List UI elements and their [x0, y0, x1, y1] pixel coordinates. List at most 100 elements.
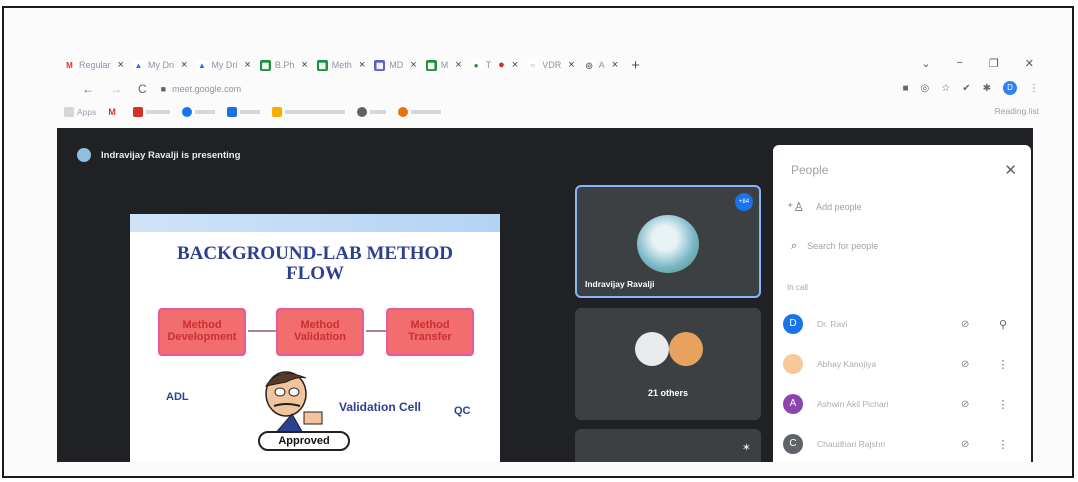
participant-name: Abhay Kanojiya [817, 359, 877, 369]
tab-search-icon[interactable]: ⌄ [921, 57, 930, 70]
browser-tab[interactable]: ▦ B.Ph × [259, 57, 308, 73]
close-window-icon[interactable]: ✕ [1025, 57, 1034, 70]
reading-list[interactable]: Reading list [995, 106, 1039, 116]
browser-tab-active[interactable]: ● T ● × [470, 57, 518, 73]
participant-avatar [783, 354, 803, 374]
bookmark-item[interactable] [227, 107, 261, 117]
participant-row[interactable]: C Chaudhari Rajshri ⊘ ⋮ [783, 429, 1023, 459]
pin-icon[interactable]: ⚲ [997, 318, 1009, 331]
participant-row[interactable]: Abhay Kanojiya ⊘ ⋮ [783, 349, 1023, 379]
minimize-icon[interactable]: − [956, 57, 962, 70]
presenting-banner: Indravijay Ravalji is presenting [77, 148, 240, 162]
mic-off-icon: ⊘ [961, 358, 970, 370]
tab-favicon: ▲ [132, 59, 144, 71]
tab-close-icon[interactable]: × [118, 59, 124, 71]
folder-icon [272, 107, 283, 117]
tab-favicon: ▦ [374, 59, 386, 71]
bookmark-item[interactable]: Apps [64, 107, 96, 117]
bookmark-label: Apps [77, 107, 97, 117]
browser-tab[interactable]: ▲ My Dri × [132, 57, 187, 73]
new-tab-button[interactable]: + [631, 57, 640, 74]
close-icon[interactable]: ✕ [1004, 161, 1017, 179]
participant-avatar: D [783, 314, 803, 334]
participant-tile-self[interactable]: ✶ [575, 429, 761, 462]
step-box-validation: Method Validation [276, 308, 364, 356]
tab-close-icon[interactable]: × [244, 59, 250, 71]
tab-close-icon[interactable]: × [568, 59, 574, 71]
tab-close-icon[interactable]: × [512, 59, 518, 71]
browser-tab[interactable]: ▦ MD × [374, 57, 417, 73]
tab-close-icon[interactable]: × [301, 59, 307, 71]
people-search-input[interactable]: ⌕ Search for people [783, 233, 1011, 259]
url-field[interactable]: meet.google.com [172, 84, 241, 94]
bookmark-item[interactable] [272, 107, 346, 117]
presenter-avatar [77, 148, 91, 162]
bookmark-item[interactable] [133, 107, 171, 117]
more-options-icon[interactable]: ⋮ [997, 358, 1009, 371]
bookmark-label-blur [285, 110, 346, 114]
add-people-button[interactable]: ⁺♙ Add people [787, 200, 862, 214]
participant-name: Ashwin Akil Pichari [817, 399, 889, 409]
bookmark-item[interactable] [398, 107, 442, 117]
presenting-text: Indravijay Ravalji is presenting [101, 149, 241, 161]
browser-tab[interactable]: ▦ Meth × [316, 57, 365, 73]
address-bar-row: ← → C ■ meet.google.com ■ ◎ ☆ ✔ ✱ D ⋮ [64, 80, 1039, 98]
in-call-section-label: In call [787, 283, 808, 292]
participant-row[interactable]: D Dr. Ravi ⊘ ⚲ [783, 309, 1023, 339]
profile-avatar[interactable]: D [1003, 81, 1017, 95]
participant-row[interactable]: A Ashwin Akil Pichari ⊘ ⋮ [783, 389, 1023, 419]
tab-favicon: ◎ [583, 59, 595, 71]
tab-favicon: ● [470, 59, 482, 71]
tab-close-icon[interactable]: × [181, 59, 187, 71]
extension-check-icon[interactable]: ✔ [962, 83, 970, 94]
browser-tab[interactable]: ▦ M × [425, 57, 462, 73]
more-options-icon[interactable]: ⋮ [997, 438, 1009, 451]
tab-favicon: ▦ [316, 59, 328, 71]
participant-tile-presenter[interactable]: Indravijay Ravalji +84 [575, 185, 761, 298]
slide-label-qc: QC [454, 405, 471, 417]
bookmark-label-blur [195, 110, 216, 114]
menu-kebab-icon[interactable]: ⋮ [1029, 83, 1039, 94]
globe-icon [357, 107, 368, 117]
participant-name: Dr. Ravi [817, 319, 848, 329]
participant-count-badge: +84 [735, 193, 753, 211]
browser-tab[interactable]: M Regular × [64, 57, 124, 73]
slide-label-adl: ADL [166, 391, 189, 403]
people-panel-title: People [791, 163, 829, 177]
browser-tab[interactable]: ○ VDR × [527, 57, 575, 73]
tab-favicon: ▦ [259, 59, 271, 71]
step-box-transfer: Method Transfer [386, 308, 474, 356]
star-icon[interactable]: ☆ [941, 83, 950, 94]
browser-tab[interactable]: ▲ My Dri × [196, 57, 251, 73]
tab-title: My Dri [147, 60, 174, 70]
pin-icon[interactable]: ✶ [742, 441, 751, 454]
tab-title: M [440, 60, 449, 70]
tab-close-icon[interactable]: × [359, 59, 365, 71]
more-options-icon[interactable]: ⋮ [997, 398, 1009, 411]
meet-stage: Indravijay Ravalji is presenting BACKGRO… [57, 128, 1033, 462]
extensions-puzzle-icon[interactable]: ✱ [983, 83, 991, 94]
browser-tab[interactable]: ◎ A × [583, 57, 618, 73]
bookmark-item[interactable] [182, 107, 216, 117]
camera-icon[interactable]: ■ [902, 83, 908, 94]
bookmark-label-blur [146, 110, 171, 114]
tab-close-icon[interactable]: × [455, 59, 461, 71]
back-icon[interactable]: ← [82, 82, 94, 96]
lock-icon[interactable]: ■ [161, 84, 166, 94]
bookmark-label-blur [411, 110, 442, 114]
restore-icon[interactable]: ❐ [989, 57, 999, 70]
tab-title: MD [389, 60, 404, 70]
tab-close-icon[interactable]: × [612, 59, 618, 71]
tab-title: Meth [331, 60, 352, 70]
participant-avatar [637, 215, 699, 273]
participant-tile-others[interactable]: 21 others [575, 308, 761, 420]
tab-favicon: ▦ [425, 59, 437, 71]
reload-icon[interactable]: C [138, 82, 147, 96]
bookmark-item[interactable] [357, 107, 387, 117]
youtube-icon [133, 107, 144, 117]
zoom-icon[interactable]: ◎ [921, 83, 930, 94]
tab-favicon: M [64, 59, 75, 71]
tab-close-icon[interactable]: × [410, 59, 416, 71]
forward-icon[interactable]: → [110, 82, 122, 96]
bookmark-item[interactable]: MM [108, 107, 121, 117]
